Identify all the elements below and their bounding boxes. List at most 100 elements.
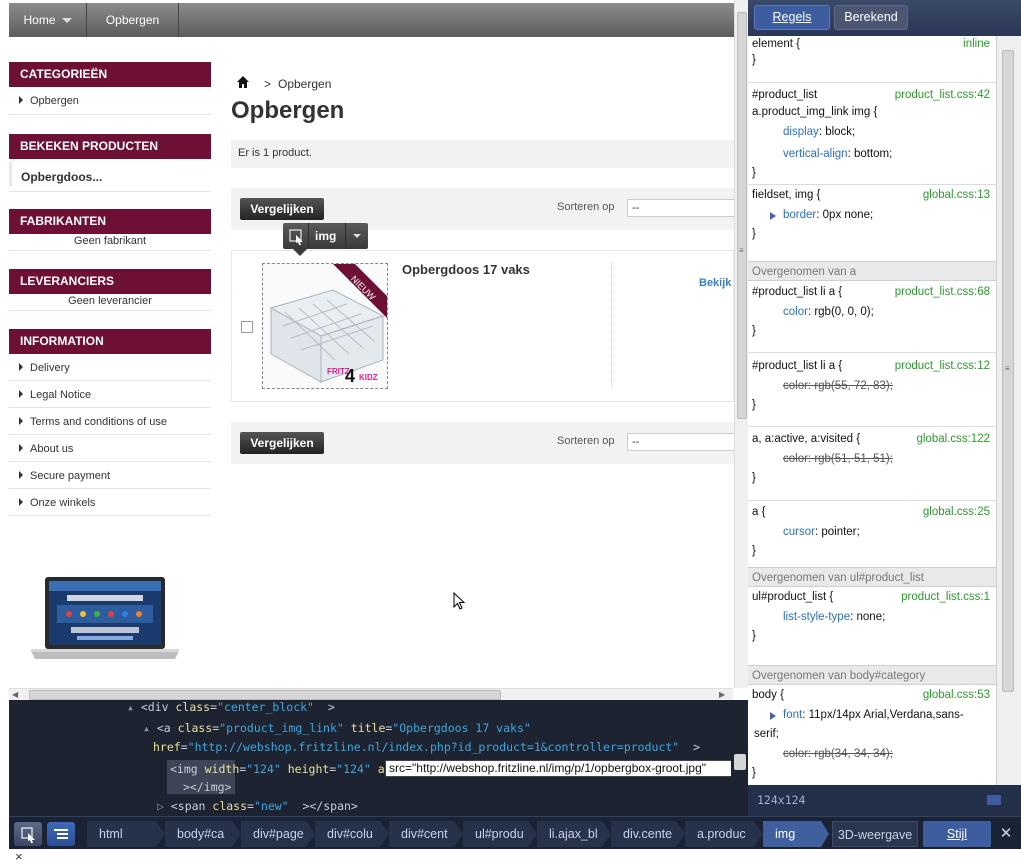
close-devtools-button[interactable]: ✕ — [995, 821, 1017, 847]
css-source-link[interactable]: inline — [963, 38, 990, 50]
sidebar-item-delivery[interactable]: Delivery — [19, 362, 70, 374]
sidebar-item-about-us[interactable]: About us — [19, 443, 73, 455]
css-source-link[interactable]: product_list.css:12 — [895, 360, 990, 372]
html-line-img-close[interactable]: ></img> — [183, 780, 231, 794]
expand-icon[interactable]: ▷ — [157, 799, 171, 813]
nav-home[interactable]: Home — [9, 3, 87, 37]
inspect-button[interactable] — [283, 223, 309, 249]
scrollbar-thumb[interactable] — [29, 690, 501, 700]
tab-computed[interactable]: Berekend — [834, 5, 908, 30]
css-property-overridden[interactable]: color: rgb(51, 51, 51); — [783, 453, 893, 465]
css-source-link[interactable]: global.css:13 — [923, 189, 990, 201]
nav-opbergen[interactable]: Opbergen — [87, 3, 179, 37]
css-source-link[interactable]: product_list.css:42 — [895, 89, 990, 101]
view-product-link[interactable]: Bekijk — [699, 277, 731, 289]
css-selector[interactable]: #product_list li a { — [752, 286, 842, 298]
html-line-div[interactable]: ▴ <div class="center_block" > — [127, 700, 335, 714]
breadcrumb-ul-product-list[interactable]: ul#produ — [463, 821, 537, 847]
sidebar-item-legal-notice[interactable]: Legal Notice — [19, 389, 91, 401]
inspect-element-button[interactable] — [14, 822, 42, 846]
breadcrumb-div-columns[interactable]: div#colu — [315, 821, 389, 847]
scrollbar-thumb[interactable] — [737, 12, 747, 419]
css-selector[interactable]: body { — [752, 689, 784, 701]
collapse-icon[interactable]: ▴ — [143, 721, 157, 735]
3d-view-button[interactable]: 3D-weergave — [832, 821, 918, 847]
breadcrumb-div-center-block[interactable]: div.cente — [611, 821, 685, 847]
brand-logo-number: 4 — [345, 366, 355, 386]
sidebar-item-onze-winkels[interactable]: Onze winkels — [19, 497, 95, 509]
css-property-overridden[interactable]: color: rgb(34, 34, 34); — [783, 748, 893, 760]
css-selector[interactable]: a { — [752, 506, 765, 518]
sidebar-item-opbergen[interactable]: Opbergen — [19, 95, 79, 107]
css-source-link[interactable]: global.css:53 — [923, 689, 990, 701]
breadcrumb-body[interactable]: body#ca — [165, 821, 241, 847]
css-property[interactable]: color: rgb(0, 0, 0); — [783, 306, 874, 318]
css-selector[interactable]: element { — [752, 38, 800, 50]
divider — [9, 407, 211, 408]
breadcrumb-li-ajax-block[interactable]: li.ajax_bl — [537, 821, 611, 847]
breadcrumb-div-center[interactable]: div#cent — [389, 821, 463, 847]
css-selector[interactable]: fieldset, img { — [752, 189, 820, 201]
sidebar-item-terms[interactable]: Terms and conditions of use — [19, 416, 167, 428]
css-source-link[interactable]: product_list.css:68 — [895, 286, 990, 298]
css-source-link[interactable]: product_list.css:1 — [901, 591, 990, 603]
css-property[interactable]: display: block; — [783, 126, 855, 138]
viewed-product-link[interactable]: Opbergdoos... — [21, 170, 102, 184]
home-icon[interactable] — [237, 76, 249, 88]
css-property[interactable]: list-style-type: none; — [783, 611, 885, 623]
css-source-link[interactable]: global.css:25 — [923, 506, 990, 518]
page-horizontal-scrollbar[interactable]: ◀ ▶ — [9, 688, 733, 700]
css-selector[interactable]: ul#product_list { — [752, 591, 833, 603]
scrollbar-thumb[interactable] — [734, 754, 746, 770]
html-panel-scrollbar[interactable] — [731, 700, 749, 816]
categories-heading: CATEGORIEËN — [9, 62, 211, 87]
css-selector[interactable]: #product_list — [752, 89, 817, 101]
inspector-element-tooltip[interactable]: img — [283, 223, 368, 256]
page-vertical-scrollbar[interactable]: ≡ — [734, 0, 748, 688]
chevron-down-icon — [61, 18, 72, 24]
tab-rules[interactable]: Regels — [754, 5, 830, 30]
sidebar-item-secure-payment[interactable]: Secure payment — [19, 470, 110, 482]
html-line-span[interactable]: ▷ <span class="new" ></span> — [157, 799, 358, 813]
css-property[interactable]: vertical-align: bottom; — [783, 148, 892, 160]
sort-label: Sorteren op — [557, 435, 615, 447]
css-panel-scrollbar[interactable]: ≡ — [996, 36, 1021, 785]
collapse-panel-icon[interactable] — [987, 795, 1001, 805]
css-selector[interactable]: a.product_img_link img { — [752, 106, 877, 118]
expand-icon[interactable] — [770, 212, 776, 220]
style-panel-button[interactable]: Stijl — [923, 821, 991, 847]
html-line-img[interactable]: <img width="124" height="124" alt="" — [170, 762, 419, 776]
breadcrumb-a-product-link[interactable]: a.produc — [685, 821, 763, 847]
compare-button[interactable]: Vergelijken — [240, 198, 324, 220]
css-selector[interactable]: #product_list li a { — [752, 360, 842, 372]
css-selector[interactable]: a, a:active, a:visited { — [752, 433, 860, 445]
html-line-href[interactable]: href="http://webshop.fritzline.nl/index.… — [153, 740, 700, 754]
attribute-edit-field[interactable]: src="http://webshop.fritzline.nl/img/p/1… — [385, 760, 733, 777]
css-property[interactable]: border: 0px none; — [783, 209, 873, 221]
inherited-section-header: Overgenomen van ul#product_list — [748, 567, 996, 587]
product-name-link[interactable]: Opbergdoos 17 vaks — [402, 262, 530, 277]
breadcrumb-img[interactable]: img — [763, 821, 829, 847]
expand-icon[interactable] — [770, 712, 776, 720]
sort-select[interactable]: -- — [627, 433, 734, 451]
tooltip-menu-button[interactable] — [345, 223, 368, 249]
product-image: NIEUW FRITZ 4 KIDZ — [269, 264, 387, 386]
breadcrumb-html[interactable]: html — [87, 821, 165, 847]
css-property[interactable]: cursor: pointer; — [783, 526, 860, 538]
laptop-banner-image[interactable] — [27, 575, 183, 661]
product-image-link[interactable]: NIEUW FRITZ 4 KIDZ — [262, 263, 388, 389]
sort-select[interactable]: -- — [627, 199, 734, 217]
css-property-overridden[interactable]: color: rgb(55, 72, 83); — [783, 380, 893, 392]
html-line-anchor[interactable]: ▴ <a class="product_img_link" title="Opb… — [143, 721, 531, 735]
css-source-link[interactable]: global.css:122 — [916, 433, 990, 445]
arrow-right-icon[interactable]: ▶ — [719, 690, 725, 699]
collapse-icon[interactable]: ▴ — [127, 700, 141, 714]
breadcrumb-div-page[interactable]: div#page — [241, 821, 315, 847]
css-rules-panel: Regels Berekend element { inline } #prod… — [748, 0, 1021, 816]
arrow-left-icon[interactable]: ◀ — [12, 690, 18, 699]
css-property[interactable]: font: 11px/14px Arial,Verdana,sans- — [783, 709, 964, 721]
compare-button[interactable]: Vergelijken — [240, 432, 324, 454]
html-panel-toggle[interactable] — [47, 822, 75, 846]
close-icon[interactable]: × — [15, 849, 23, 864]
compare-checkbox[interactable] — [241, 321, 253, 333]
